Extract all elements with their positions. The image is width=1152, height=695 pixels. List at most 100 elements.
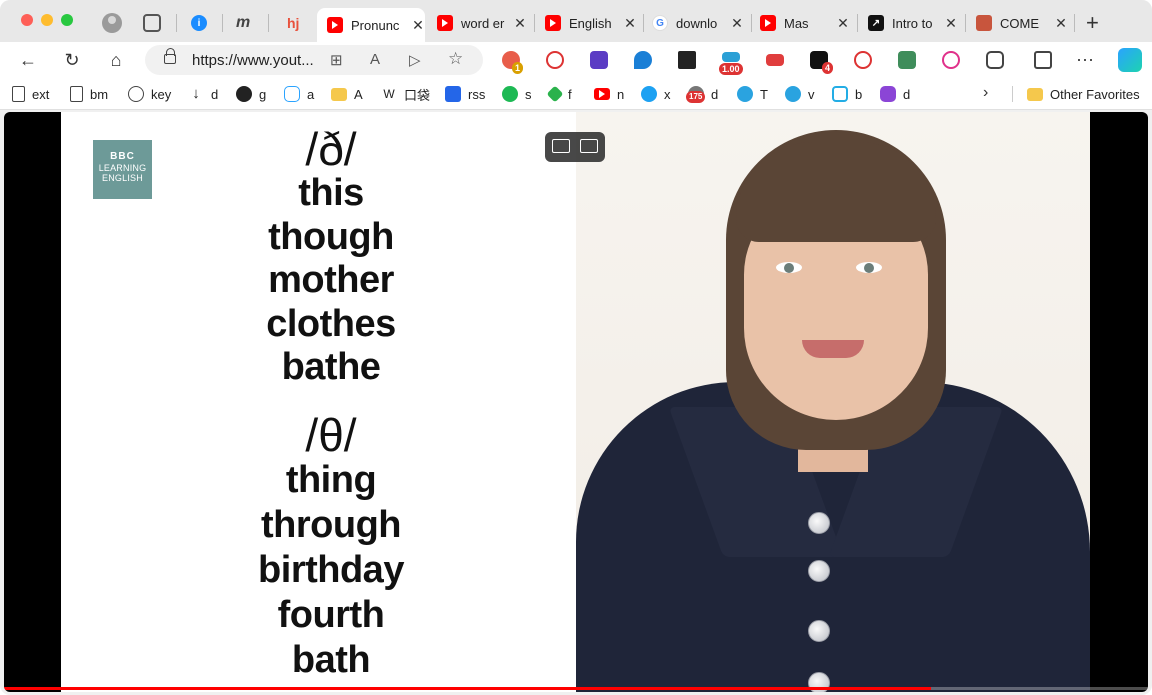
bookmark-n[interactable]: n xyxy=(594,85,624,103)
word: bath xyxy=(291,639,371,681)
gear-icon xyxy=(128,86,144,102)
workspaces-icon[interactable] xyxy=(143,14,161,32)
close-tab-icon[interactable]: ✕ xyxy=(1054,15,1068,32)
bookmark-a[interactable]: a xyxy=(284,85,314,103)
bookmarks-bar: ext bm key ↓ d g a A W 口袋 rss s f n x 175 d… xyxy=(0,78,1152,110)
address-bar[interactable]: https://www.yout... ⊞ A ▷ ☆ xyxy=(145,45,483,75)
close-tab-icon[interactable]: ✕ xyxy=(623,15,637,32)
close-tab-icon[interactable]: ✕ xyxy=(411,17,425,34)
tab-separator xyxy=(534,14,535,32)
bookmark-d[interactable]: ↓ d xyxy=(188,85,218,103)
close-tab-icon[interactable]: ✕ xyxy=(944,15,958,32)
extension-download-icon[interactable] xyxy=(898,51,916,69)
bookmark-bm[interactable]: bm xyxy=(70,85,108,103)
maximize-window-button[interactable] xyxy=(61,14,73,26)
tab-mas[interactable]: Mas ✕ xyxy=(760,8,850,38)
bookmark-T[interactable]: T xyxy=(737,85,768,103)
bookmark-rss[interactable]: rss xyxy=(445,85,485,103)
word: birthday xyxy=(258,549,404,591)
pinned-tab-hj[interactable]: hj xyxy=(287,8,301,38)
arrow-icon: ↗ xyxy=(868,15,884,31)
chevron-right-icon[interactable]: › xyxy=(983,84,988,102)
close-tab-icon[interactable]: ✕ xyxy=(836,15,850,32)
youtube-icon xyxy=(760,15,776,31)
tab-bar: i m hj Pronunc ✕ word er ✕ English ✕ G d… xyxy=(0,0,1152,42)
extension-pen-icon[interactable] xyxy=(590,51,608,69)
puzzle-icon xyxy=(284,86,300,102)
counter-icon: 175 xyxy=(686,86,706,103)
pinned-tab-m[interactable]: m xyxy=(236,8,256,38)
back-button[interactable]: ← xyxy=(16,48,40,72)
extension-x-icon[interactable] xyxy=(678,51,696,69)
extension-dark-badge: 4 xyxy=(822,62,834,74)
bookmark-s[interactable]: s xyxy=(502,85,532,103)
url-text[interactable]: https://www.yout... xyxy=(192,52,314,69)
crest-icon xyxy=(976,15,992,31)
bookmark-d-loop[interactable]: d xyxy=(880,85,910,103)
tab-pronunciation[interactable]: Pronunc ✕ xyxy=(317,8,425,42)
bookmark-f[interactable]: f xyxy=(546,85,572,103)
bookmark-v[interactable]: v xyxy=(785,85,815,103)
extension-circle-play-icon[interactable] xyxy=(942,51,960,69)
bookmark-b[interactable]: b xyxy=(832,85,862,103)
bookmark-label: d xyxy=(211,86,219,102)
split-screen-icon[interactable] xyxy=(1034,51,1052,69)
tab-separator xyxy=(965,14,966,32)
video-player[interactable]: BBC LEARNING ENGLISH /ð/ this though mot… xyxy=(4,112,1148,692)
feedly-icon xyxy=(546,85,564,103)
profile-avatar[interactable] xyxy=(102,13,122,33)
bookmark-x[interactable]: x xyxy=(641,85,671,103)
tab-separator xyxy=(176,14,177,32)
1password-icon: i xyxy=(191,15,207,31)
bookmark-ext[interactable]: ext xyxy=(12,85,49,103)
bookmark-other-favorites[interactable]: Other Favorites xyxy=(1027,85,1140,103)
page-icon xyxy=(12,86,25,102)
download-icon: ↓ xyxy=(192,85,200,102)
bookmark-label: g xyxy=(259,86,267,102)
tab-intro-to[interactable]: ↗ Intro to ✕ xyxy=(868,8,958,38)
presenter-eye-right xyxy=(856,262,882,273)
tab-download[interactable]: G downlo ✕ xyxy=(652,8,744,38)
tab-word-er[interactable]: word er ✕ xyxy=(437,8,527,38)
new-tab-button[interactable]: + xyxy=(1086,10,1099,36)
extension-speed-icon[interactable] xyxy=(722,52,740,62)
bookmark-label: b xyxy=(855,86,863,102)
copilot-icon[interactable] xyxy=(1118,48,1142,72)
favorite-star-icon[interactable]: ☆ xyxy=(448,49,463,69)
read-aloud-icon[interactable]: A xyxy=(370,51,380,68)
minimize-window-button[interactable] xyxy=(41,14,53,26)
google-icon: G xyxy=(652,15,668,31)
bookmark-g[interactable]: g xyxy=(236,85,266,103)
bookmark-key[interactable]: key xyxy=(128,85,171,103)
close-tab-icon[interactable]: ✕ xyxy=(513,15,527,32)
extension-play-icon[interactable] xyxy=(854,51,872,69)
video-progress-bar[interactable] xyxy=(4,687,1148,690)
extension-v-icon[interactable] xyxy=(634,51,652,69)
telegram-icon xyxy=(737,86,753,102)
video-tool-icon[interactable]: ▷ xyxy=(409,51,421,69)
reload-button[interactable]: ↻ xyxy=(60,48,84,72)
home-button[interactable]: ⌂ xyxy=(104,48,128,72)
more-options-icon[interactable]: ⋯ xyxy=(1076,51,1094,69)
extension-hd-icon[interactable] xyxy=(766,54,784,66)
word: clothes xyxy=(266,302,396,345)
pinned-tab-1password[interactable]: i xyxy=(191,8,209,38)
tab-english[interactable]: English ✕ xyxy=(545,8,637,38)
bookmark-A[interactable]: A xyxy=(331,85,363,103)
tab-separator xyxy=(1074,14,1075,32)
lock-icon[interactable] xyxy=(164,48,176,64)
picture-in-picture-icon[interactable] xyxy=(552,139,570,153)
apps-icon[interactable]: ⊞ xyxy=(330,51,343,69)
bookmark-pocket[interactable]: W 口袋 xyxy=(381,85,430,103)
tab-come[interactable]: COME ✕ xyxy=(976,8,1068,38)
video-assistant-icon[interactable] xyxy=(580,139,598,153)
close-window-button[interactable] xyxy=(21,14,33,26)
extensions-puzzle-icon[interactable] xyxy=(986,51,1004,69)
bookmark-d-counter[interactable]: 175 d xyxy=(686,85,718,103)
bbc-learning-english-logo: BBC LEARNING ENGLISH xyxy=(93,140,152,199)
counter-badge: 175 xyxy=(686,91,706,103)
extension-search-icon[interactable] xyxy=(546,51,564,69)
close-tab-icon[interactable]: ✕ xyxy=(730,15,744,32)
tab-separator xyxy=(751,14,752,32)
page-icon xyxy=(70,86,83,102)
